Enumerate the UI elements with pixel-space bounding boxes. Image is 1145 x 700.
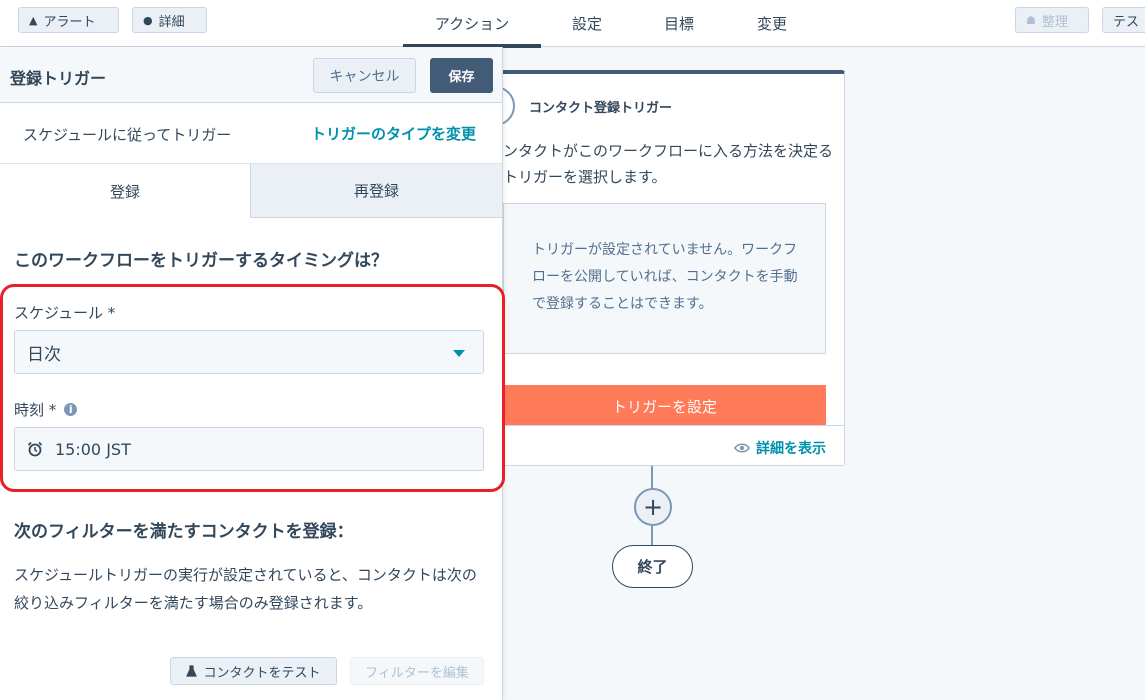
schedule-select[interactable]: 日次 xyxy=(14,330,484,374)
edit-filter-label: フィルターを編集 xyxy=(365,665,469,681)
tab-actions-label: アクション xyxy=(434,15,510,33)
tab-settings[interactable]: 設定 xyxy=(556,0,618,47)
time-input[interactable]: 15:00 JST xyxy=(14,427,484,471)
organize-icon: ☗ xyxy=(1026,13,1036,27)
tab-goals-label: 目標 xyxy=(663,15,694,33)
connector-line xyxy=(651,526,653,546)
tab-actions[interactable]: アクション xyxy=(403,0,541,48)
details-button[interactable]: ● 詳細 xyxy=(132,7,207,33)
details-button-label: 詳細 xyxy=(158,14,185,30)
edit-filter-button[interactable]: フィルターを編集 xyxy=(350,657,484,685)
tab-settings-label: 設定 xyxy=(571,15,602,33)
tab-goals[interactable]: 目標 xyxy=(648,0,710,47)
eye-icon xyxy=(734,443,750,453)
set-trigger-button[interactable]: トリガーを設定 xyxy=(503,385,826,427)
flask-icon xyxy=(186,665,198,677)
connector-line xyxy=(651,466,653,489)
empty-trigger-message: トリガーが設定されていません。ワークフローを公開していれば、コンタクトを手動で登… xyxy=(503,203,826,354)
trigger-type-label: スケジュールに従ってトリガー xyxy=(23,126,232,144)
tab-enrollment[interactable]: 登録 xyxy=(0,164,250,218)
filter-description: スケジュールトリガーの実行が設定されていると、コンタクトは次の絞り込みフィルター… xyxy=(14,566,477,612)
trigger-type-row: スケジュールに従ってトリガー トリガーのタイプを変更 xyxy=(0,103,502,164)
filter-heading: 次のフィルターを満たすコンタクトを登録： xyxy=(14,522,354,542)
trigger-panel: 登録トリガー キャンセル 保存 スケジュールに従ってトリガー トリガーのタイプを… xyxy=(0,47,505,700)
info-icon: ● xyxy=(143,13,153,27)
add-action-button[interactable]: + xyxy=(634,488,672,526)
schedule-label-text: スケジュール * xyxy=(14,304,116,322)
tab-changes[interactable]: 変更 xyxy=(741,0,803,47)
tab-re-enrollment-label: 再登録 xyxy=(353,182,399,200)
test-workflow-button-label: テス xyxy=(1113,14,1140,30)
show-details-label: 詳細を表示 xyxy=(756,441,826,457)
tab-re-enrollment[interactable]: 再登録 xyxy=(250,164,502,218)
change-trigger-type-link[interactable]: トリガーのタイプを変更 xyxy=(311,123,476,144)
test-contact-label: コンタクトをテスト xyxy=(203,665,321,681)
cancel-button[interactable]: キャンセル xyxy=(313,58,416,93)
time-label-text: 時刻 * xyxy=(14,401,57,419)
alarm-clock-icon xyxy=(27,441,43,457)
trigger-card-footer: 詳細を表示 xyxy=(495,425,844,465)
panel-title: 登録トリガー xyxy=(10,69,107,88)
save-button-label: 保存 xyxy=(448,70,475,85)
schedule-select-value: 日次 xyxy=(27,344,61,365)
tab-changes-label: 変更 xyxy=(756,15,787,33)
trigger-card[interactable]: コンタクト登録トリガー ンタクトがこのワークフローに入る方法を決定るトリガーを選… xyxy=(494,70,845,466)
warning-triangle-icon: ▲ xyxy=(29,13,38,27)
test-contact-button[interactable]: コンタクトをテスト xyxy=(170,657,337,685)
trigger-card-title: コンタクト登録トリガー xyxy=(529,101,673,116)
plus-icon: + xyxy=(642,493,664,521)
end-node-label: 終了 xyxy=(637,558,668,576)
alert-button[interactable]: ▲ アラート xyxy=(18,7,119,33)
set-trigger-label: トリガーを設定 xyxy=(611,397,717,416)
show-details-link[interactable]: 詳細を表示 xyxy=(734,438,826,458)
save-button[interactable]: 保存 xyxy=(430,58,493,93)
caret-down-icon xyxy=(453,350,465,357)
alert-button-label: アラート xyxy=(43,14,96,30)
top-bar: ▲ アラート ● 詳細 アクション 設定 目標 変更 ☗ 整理 テス xyxy=(0,0,1145,48)
time-input-value: 15:00 JST xyxy=(55,439,131,459)
tab-enrollment-label: 登録 xyxy=(109,182,140,201)
time-field-label: 時刻 * i xyxy=(14,399,78,420)
timing-question-heading: このワークフローをトリガーするタイミングは？ xyxy=(14,251,388,271)
cancel-button-label: キャンセル xyxy=(329,68,400,85)
organize-button-label: 整理 xyxy=(1041,14,1068,30)
enrollment-tabs: 登録 再登録 xyxy=(0,164,502,218)
test-workflow-button[interactable]: テス xyxy=(1102,7,1145,33)
end-node: 終了 xyxy=(612,545,693,588)
info-icon[interactable]: i xyxy=(64,403,78,416)
organize-button[interactable]: ☗ 整理 xyxy=(1015,7,1089,33)
trigger-card-description: ンタクトがこのワークフローに入る方法を決定るトリガーを選択します。 xyxy=(503,142,834,186)
panel-header: 登録トリガー キャンセル 保存 xyxy=(0,47,502,103)
schedule-field-label: スケジュール * xyxy=(14,302,115,323)
